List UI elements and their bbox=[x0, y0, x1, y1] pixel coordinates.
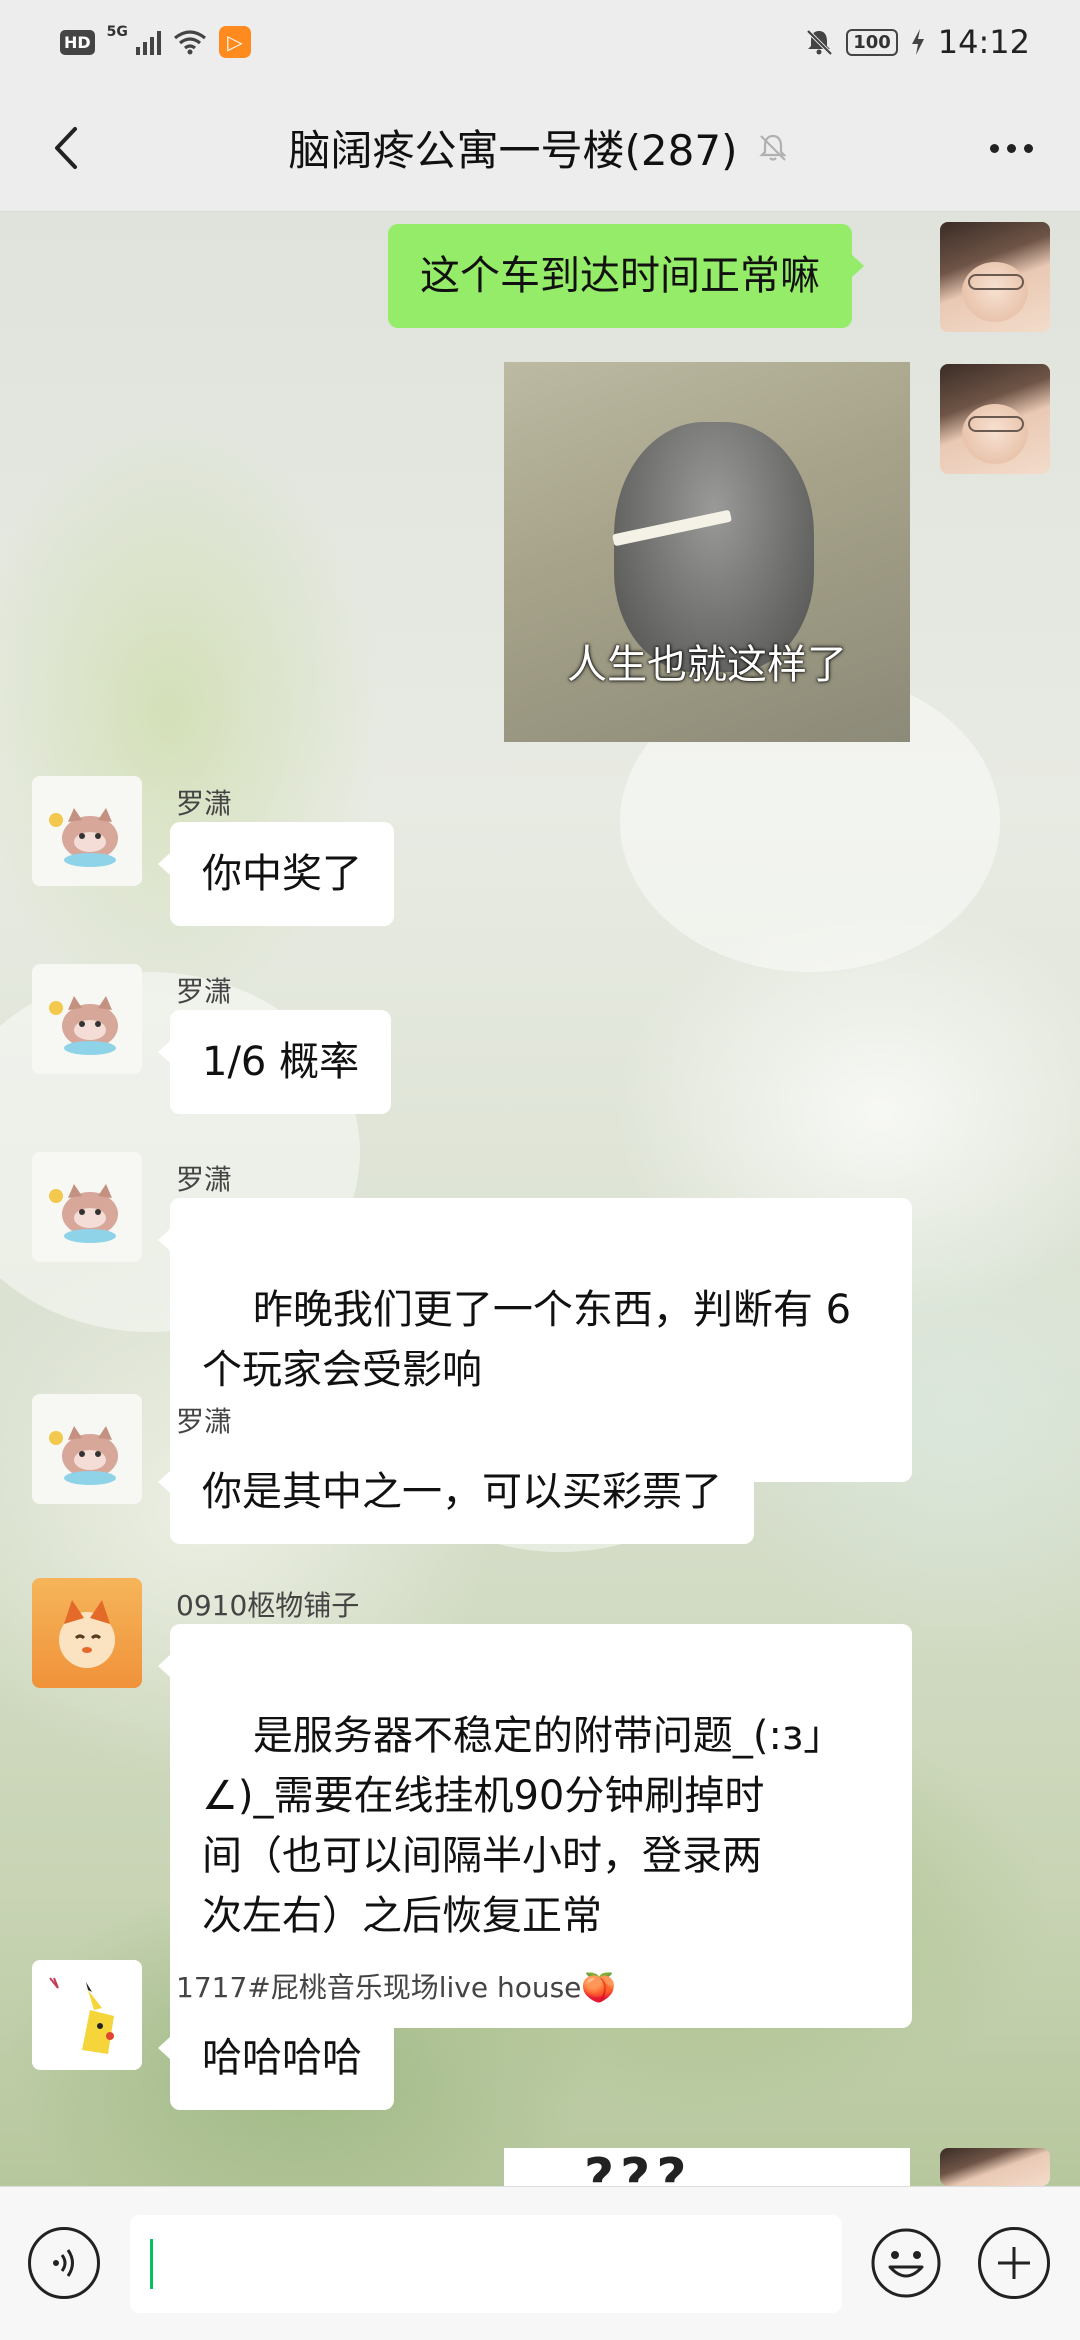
raccoon-avatar-icon bbox=[49, 1426, 118, 1485]
wifi-icon bbox=[173, 30, 206, 55]
message-bubble[interactable]: 哈哈哈哈 bbox=[158, 2006, 394, 2110]
plus-icon bbox=[998, 2247, 1030, 2279]
glasses-graphic bbox=[968, 416, 1024, 432]
glasses-graphic bbox=[968, 274, 1024, 290]
status-left: HD 5G ▷ bbox=[60, 24, 251, 58]
sender-name: 罗潇 bbox=[176, 787, 233, 820]
title-area: 脑阔疼公寓一号楼(287) bbox=[289, 117, 792, 178]
sender-name: 0910柩物铺子 bbox=[176, 1589, 360, 1622]
sticker-image[interactable]: ??? bbox=[504, 2148, 910, 2186]
fox-avatar-icon bbox=[59, 1600, 115, 1668]
message-text: 哈哈哈哈 bbox=[202, 2035, 362, 2081]
raccoon-avatar-icon bbox=[49, 996, 118, 1055]
status-bar: HD 5G ▷ 100 14:12 bbox=[0, 0, 1080, 84]
message-text: 1/6 概率 bbox=[202, 1039, 360, 1085]
app-notification-icon: ▷ bbox=[218, 26, 251, 58]
voice-button[interactable] bbox=[28, 2227, 100, 2299]
more-button[interactable] bbox=[976, 118, 1046, 178]
status-right: 100 14:12 bbox=[804, 23, 1030, 61]
avatar-0910[interactable] bbox=[32, 1578, 142, 1688]
sticker-image[interactable]: 人生也就这样了 bbox=[504, 362, 910, 742]
avatar-self[interactable] bbox=[940, 222, 1050, 332]
avatar-luoxiao[interactable] bbox=[32, 776, 142, 886]
avatar-self[interactable] bbox=[940, 2148, 1050, 2186]
message-input[interactable] bbox=[130, 2215, 842, 2313]
sender-name: 罗潇 bbox=[176, 975, 233, 1008]
message-text: 你是其中之一，可以买彩票了 bbox=[202, 1469, 722, 1515]
sender-name: 1717#屁桃音乐现场live house🍑 bbox=[176, 1971, 617, 2004]
raccoon-avatar-icon bbox=[49, 808, 118, 867]
avatar-luoxiao[interactable] bbox=[32, 1394, 142, 1504]
back-button[interactable] bbox=[36, 118, 96, 178]
plus-button[interactable] bbox=[978, 2227, 1050, 2299]
network-type: 5G bbox=[106, 24, 128, 40]
avatar-1717[interactable] bbox=[32, 1960, 142, 2070]
message-bubble[interactable]: 你中奖了 bbox=[158, 822, 394, 926]
message-bubble[interactable]: 1/6 概率 bbox=[157, 1010, 392, 1114]
text-caret bbox=[150, 2239, 153, 2289]
message-bubble-self[interactable]: 这个车到达时间正常嘛 bbox=[388, 224, 864, 328]
charging-icon bbox=[911, 29, 924, 55]
sender-name: 罗潇 bbox=[176, 1163, 233, 1196]
message-text: 这个车到达时间正常嘛 bbox=[420, 253, 820, 299]
hd-icon: HD bbox=[60, 29, 95, 55]
message-text: 你中奖了 bbox=[202, 851, 362, 897]
more-icon bbox=[989, 143, 999, 153]
sender-name: 罗潇 bbox=[176, 1405, 233, 1438]
message-bubble[interactable]: 你是其中之一，可以买彩票了 bbox=[158, 1440, 754, 1544]
raccoon-avatar-icon bbox=[49, 1184, 118, 1243]
message-text: 昨晚我们更了一个东西，判断有 6 个玩家会受影响 bbox=[202, 1287, 852, 1393]
more-icon bbox=[1023, 143, 1033, 153]
chat-header: 脑阔疼公寓一号楼(287) bbox=[0, 84, 1080, 212]
clock: 14:12 bbox=[937, 23, 1030, 61]
pikachu-avatar-icon bbox=[49, 1977, 114, 2054]
voice-icon bbox=[53, 2249, 74, 2277]
sticker-caption: ??? bbox=[584, 2148, 693, 2186]
avatar-self[interactable] bbox=[940, 364, 1050, 474]
mute-bell-icon bbox=[806, 29, 833, 56]
battery-icon: 100 bbox=[846, 28, 898, 56]
sticker-caption: 人生也就这样了 bbox=[567, 642, 847, 688]
back-icon bbox=[55, 127, 77, 169]
message-text: 是服务器不稳定的附带问题_(:з」 ∠)_需要在线挂机90分钟刷掉时 间（也可以… bbox=[202, 1713, 844, 1939]
avatar-luoxiao[interactable] bbox=[32, 964, 142, 1074]
mute-bell-icon bbox=[759, 134, 788, 161]
more-icon bbox=[1006, 143, 1016, 153]
chat-area[interactable]: 这个车到达时间正常嘛 人生也就这样了 罗潇 你中奖了 罗潇 1/6 概率 罗潇 … bbox=[0, 212, 1080, 2186]
signal-icon bbox=[135, 29, 161, 55]
emoji-icon[interactable] bbox=[870, 2227, 942, 2299]
avatar-luoxiao[interactable] bbox=[32, 1152, 142, 1262]
input-bar bbox=[0, 2186, 1080, 2340]
chat-title: 脑阔疼公寓一号楼(287) bbox=[288, 126, 738, 175]
